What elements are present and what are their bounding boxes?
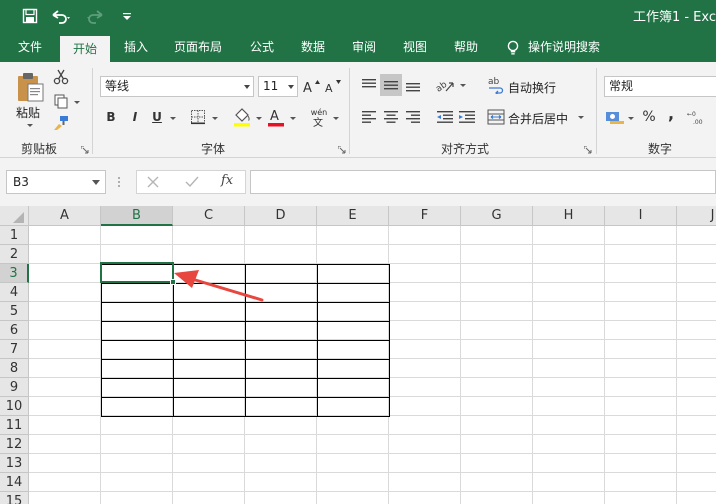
svg-text:ab: ab (436, 80, 449, 93)
name-box[interactable]: B3 (6, 170, 106, 194)
insert-function-button[interactable]: fx (221, 173, 233, 188)
enter-check-icon[interactable] (185, 176, 199, 191)
font-launcher-icon[interactable] (338, 146, 346, 154)
align-middle-icon[interactable] (380, 74, 402, 96)
bold-label: B (106, 110, 116, 124)
phonetic-dropdown-icon[interactable] (333, 117, 339, 120)
phonetic-label: wén (310, 107, 328, 117)
clipboard-launcher-icon[interactable] (81, 146, 89, 154)
worksheet-grid[interactable]: ABCDEFGHIJ 1 2 3 4 5 6 7 8 9 10 11 12 13 14 15 (0, 206, 716, 504)
number-format-select[interactable]: 常规 (604, 76, 716, 97)
font-size-select[interactable]: 11 (258, 76, 298, 97)
alignment-group-label: 对齐方式 (440, 142, 489, 156)
save-icon[interactable] (18, 5, 42, 27)
font-color-icon[interactable]: A (266, 106, 286, 128)
formula-bar-grip-icon[interactable] (117, 175, 121, 189)
align-top-icon[interactable] (358, 74, 380, 96)
cancel-icon[interactable] (147, 176, 159, 191)
underline-dropdown-icon[interactable] (170, 117, 176, 120)
wrap-text-button[interactable]: 自动换行 (508, 79, 556, 96)
title-bar: 工作簿1 - Exc (0, 0, 716, 32)
ribbon-tabs: 文件 开始 插入 页面布局 公式 数据 审阅 视图 帮助 操作说明搜索 (0, 32, 716, 62)
font-name-value: 等线 (105, 79, 130, 93)
decrease-indent-icon[interactable] (434, 106, 456, 128)
svg-text:A: A (325, 82, 333, 94)
alignment-launcher-icon[interactable] (584, 146, 592, 154)
cut-icon[interactable] (52, 68, 70, 86)
ribbon-home: 粘贴 剪贴板 等线 11 A A B I U A wén 文 字体 ab ab … (0, 62, 716, 158)
tell-me-search[interactable]: 操作说明搜索 (528, 32, 614, 62)
svg-text:.00: .00 (693, 119, 703, 125)
customize-qat-icon[interactable] (120, 5, 134, 27)
group-separator (92, 68, 93, 154)
group-separator (349, 68, 350, 154)
formula-buttons: fx (136, 170, 246, 194)
tab-home[interactable]: 开始 (60, 36, 110, 62)
tab-help[interactable]: 帮助 (444, 32, 488, 62)
font-group-label: 字体 (200, 142, 225, 156)
paste-icon[interactable] (14, 70, 46, 104)
align-left-icon[interactable] (358, 106, 380, 128)
svg-text:A: A (303, 81, 312, 94)
tab-view[interactable]: 视图 (393, 32, 437, 62)
tab-file[interactable]: 文件 (8, 32, 52, 62)
merge-center-button[interactable]: 合并后居中 (508, 110, 568, 127)
align-right-icon[interactable] (402, 106, 424, 128)
redo-icon[interactable] (84, 5, 110, 27)
name-box-value: B3 (13, 175, 29, 189)
increase-font-icon[interactable]: A (302, 76, 322, 96)
formula-bar: B3 fx (0, 158, 716, 206)
underline-button[interactable]: U (148, 108, 166, 126)
tab-formulas[interactable]: 公式 (240, 32, 284, 62)
italic-label: I (132, 110, 138, 124)
orientation-icon[interactable]: ab (434, 74, 458, 96)
wrap-text-icon[interactable]: ab (486, 74, 506, 96)
increase-indent-icon[interactable] (456, 106, 478, 128)
fill-color-icon[interactable] (232, 106, 252, 128)
lightbulb-icon (506, 40, 520, 59)
tab-insert[interactable]: 插入 (114, 32, 158, 62)
svg-text:ab: ab (488, 77, 500, 87)
percent-style-button[interactable]: % (640, 106, 658, 128)
group-separator (596, 68, 597, 154)
merge-center-icon[interactable] (486, 106, 506, 128)
window-title: 工作簿1 - Exc (632, 10, 716, 25)
paste-button[interactable]: 粘贴 (16, 104, 40, 121)
accounting-dropdown-icon[interactable] (628, 117, 634, 120)
tab-page-layout[interactable]: 页面布局 (166, 32, 230, 62)
undo-icon[interactable] (48, 5, 74, 27)
font-color-dropdown-icon[interactable] (290, 117, 296, 120)
decrease-font-icon[interactable]: A (324, 76, 344, 96)
merge-dropdown-icon[interactable] (578, 116, 584, 119)
paste-dropdown-icon[interactable] (27, 124, 33, 127)
phonetic-guide-button[interactable]: wén 文 (308, 106, 330, 128)
italic-button[interactable]: I (126, 108, 144, 126)
svg-text:文: 文 (313, 117, 323, 127)
comma-style-button[interactable]: , (664, 102, 678, 124)
annotation-arrow-icon (174, 270, 264, 302)
format-painter-icon[interactable] (52, 114, 70, 132)
bold-button[interactable]: B (102, 108, 120, 126)
copy-icon[interactable] (52, 92, 70, 110)
accounting-format-icon[interactable] (604, 106, 626, 128)
orientation-dropdown-icon[interactable] (460, 84, 466, 87)
copy-dropdown-icon[interactable] (74, 101, 80, 104)
font-size-value: 11 (263, 79, 279, 93)
formula-input[interactable] (250, 170, 716, 194)
align-bottom-icon[interactable] (402, 74, 424, 96)
tab-review[interactable]: 审阅 (342, 32, 386, 62)
fill-color-dropdown-icon[interactable] (256, 117, 262, 120)
svg-text:←0: ←0 (687, 111, 696, 118)
underline-label: U (152, 110, 162, 124)
clipboard-group-label: 剪贴板 (20, 142, 57, 156)
svg-text:A: A (270, 109, 279, 124)
tab-data[interactable]: 数据 (291, 32, 335, 62)
increase-decimal-icon[interactable]: ←0.00 (686, 106, 710, 128)
font-name-select[interactable]: 等线 (100, 76, 254, 97)
number-group-label: 数字 (647, 142, 672, 156)
borders-icon[interactable] (188, 108, 208, 126)
borders-dropdown-icon[interactable] (212, 117, 218, 120)
align-center-icon[interactable] (380, 106, 402, 128)
number-format-value: 常规 (609, 79, 634, 93)
